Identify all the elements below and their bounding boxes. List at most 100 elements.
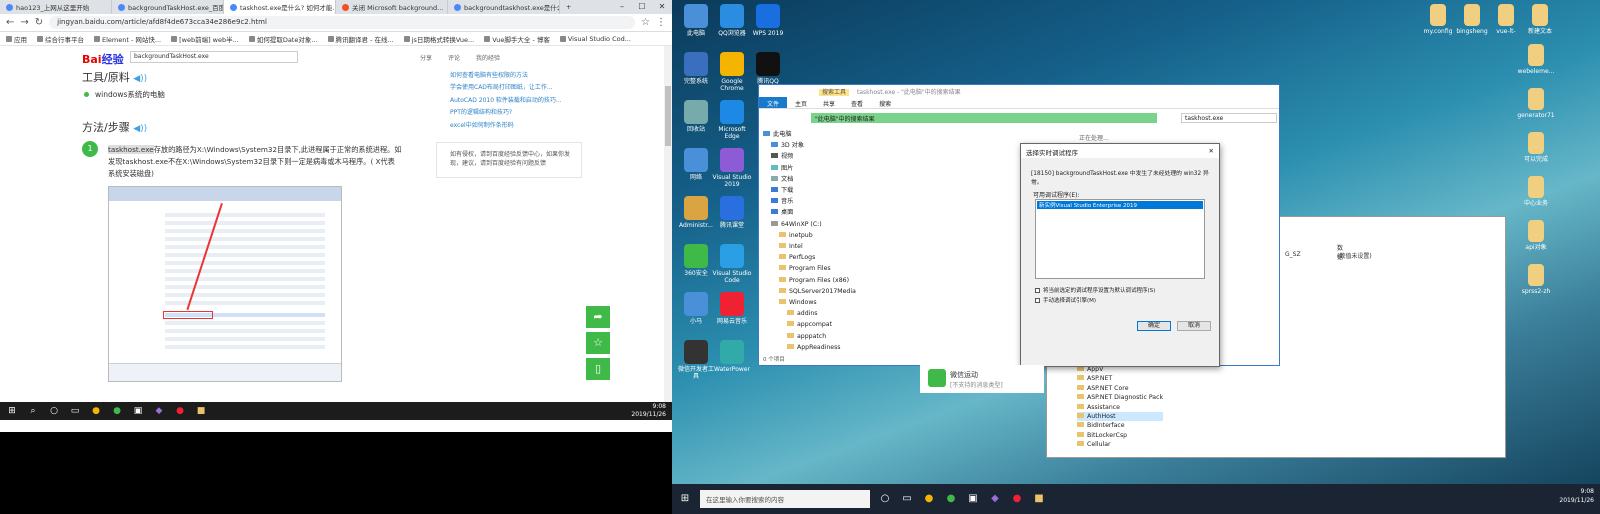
desktop-icon[interactable]: 微信开发者工具 — [676, 340, 716, 380]
desktop-icon[interactable]: 腾讯课堂 — [712, 196, 752, 229]
close-button[interactable]: ✕ — [652, 0, 672, 14]
wechat-notification[interactable]: 微信运动 [不支持的消息类型] — [920, 365, 1044, 393]
tree-item[interactable]: Intel — [763, 241, 879, 252]
forward-icon[interactable]: → — [20, 17, 28, 28]
reg-key[interactable]: AuthHost — [1077, 412, 1164, 422]
desktop-icon[interactable]: 此电脑 — [676, 4, 716, 37]
desktop-icon[interactable]: WPS 2019 — [748, 4, 788, 37]
search-input[interactable]: backgroundTaskHost.exe — [130, 51, 298, 63]
related-link[interactable]: 如何查看电脑有些权限的方法 — [450, 70, 580, 82]
screen-icon[interactable]: ▣ — [132, 405, 144, 417]
tree-item[interactable]: 音乐 — [763, 196, 879, 207]
tree-item[interactable]: PerfLogs — [763, 252, 879, 263]
desktop-icon[interactable]: 回收站 — [676, 100, 716, 133]
share-icon[interactable]: ➦ — [586, 306, 610, 328]
reg-key[interactable]: ASP.NET Core — [1077, 384, 1163, 393]
tree-item[interactable]: 文档 — [763, 174, 879, 185]
reg-key[interactable]: Assistance — [1077, 403, 1163, 412]
bookmark-apps[interactable]: 应用 — [6, 34, 27, 44]
tree-item[interactable]: appcompat — [763, 319, 879, 330]
desktop-icon[interactable]: Visual Studio 2019 — [712, 148, 752, 188]
desktop-icon[interactable]: 新建文本 — [1520, 4, 1560, 35]
related-link[interactable]: excel中如何制作条形码 — [450, 120, 580, 132]
desktop-icon[interactable]: Visual Studio Code — [712, 244, 752, 284]
tree-item[interactable]: addins — [763, 308, 879, 319]
cortana-icon[interactable]: ○ — [878, 492, 892, 506]
reg-key[interactable]: ASP.NET Diagnostic Pack — [1077, 393, 1163, 402]
tab-baidu-search[interactable]: backgroundTaskHost.exe_百度 — [112, 0, 224, 14]
desktop-icon[interactable]: Microsoft Edge — [712, 100, 752, 140]
tab-microsoft[interactable]: 关闭 Microsoft background... — [336, 0, 448, 14]
baidu-logo[interactable]: Bai经验 — [82, 51, 124, 67]
search-icon[interactable]: ⌕ — [27, 405, 39, 417]
desktop-icon[interactable]: 小马 — [676, 292, 716, 325]
wechat-icon[interactable]: ● — [944, 492, 958, 506]
ribbon-tab-share[interactable]: 共享 — [815, 97, 843, 108]
desktop-icon[interactable]: 网络 — [676, 148, 716, 181]
bookmark-item[interactable]: js日期格式转换Vue... — [403, 34, 474, 44]
desktop-icon[interactable]: sprss2-zh — [1516, 264, 1556, 295]
tab-backgroundtaskhost[interactable]: backgroundtaskhost.exe是什么... — [448, 0, 560, 14]
tree-item[interactable]: 3D 对象 — [763, 140, 879, 151]
tree-item[interactable]: 桌面 — [763, 207, 879, 218]
chrome-icon[interactable]: ● — [922, 492, 936, 506]
ribbon-tab-file[interactable]: 文件 — [759, 97, 788, 108]
chrome-icon[interactable]: ● — [90, 405, 102, 417]
favorite-icon[interactable]: ☆ — [586, 332, 610, 354]
star-icon[interactable]: ☆ — [641, 17, 650, 28]
related-link[interactable]: 学会使用CAD布局打印图纸，让工作... — [450, 82, 580, 94]
bookmark-item[interactable]: 综合行事平台 — [37, 34, 84, 44]
reg-key[interactable]: Cellular — [1077, 440, 1163, 449]
bookmark-item[interactable]: [web前端] web半... — [171, 34, 239, 44]
desktop-icon[interactable]: 网易云音乐 — [712, 292, 752, 325]
new-tab-button[interactable]: + — [560, 0, 580, 14]
start-icon[interactable]: ⊞ — [6, 405, 18, 417]
tab-hao123[interactable]: hao123_上网从这里开始 — [0, 0, 112, 14]
maximize-button[interactable]: ☐ — [632, 0, 652, 14]
ribbon-tab-search[interactable]: 搜索 — [871, 97, 899, 108]
folder-icon[interactable]: ■ — [195, 405, 207, 417]
tree-item[interactable]: inetpub — [763, 230, 879, 241]
desktop-icon[interactable]: 完整系统 — [676, 52, 716, 85]
desktop-icon[interactable]: 360安全 — [676, 244, 716, 277]
scrollbar-thumb[interactable] — [665, 86, 671, 146]
tree-item[interactable]: 此电脑 — [763, 129, 879, 140]
vs-icon[interactable]: ◆ — [153, 405, 165, 417]
manual-engine-checkbox[interactable]: 手动选择调试引擎(M) — [1035, 296, 1096, 304]
tree-item[interactable]: 视频 — [763, 151, 879, 162]
reg-key[interactable]: BidInterface — [1077, 421, 1163, 430]
tree-item[interactable]: SQLServer2017Media — [763, 286, 879, 297]
wechat-icon[interactable]: ● — [111, 405, 123, 417]
menu-icon[interactable]: ⋮ — [656, 17, 666, 28]
task-view-icon[interactable]: ▭ — [69, 405, 81, 417]
bookmark-item[interactable]: Element - 网站快... — [94, 34, 161, 44]
cancel-button[interactable]: 取消 — [1177, 321, 1211, 331]
taskbar-search-input[interactable]: 在这里输入你要搜索的内容 — [700, 490, 870, 508]
desktop-icon[interactable]: Google Chrome — [712, 52, 752, 92]
phone-icon[interactable]: ▯ — [586, 358, 610, 380]
bookmark-item[interactable]: 腾讯翻译君 - 在线... — [327, 34, 394, 44]
netease-icon[interactable]: ● — [1010, 492, 1024, 506]
related-link[interactable]: PPT的逻辑结构和技巧? — [450, 107, 580, 119]
desktop-icon[interactable]: webeleme... — [1516, 44, 1556, 75]
screen-icon[interactable]: ▣ — [966, 492, 980, 506]
reg-key[interactable]: ASP.NET — [1077, 374, 1163, 383]
share-link[interactable]: 分享 — [420, 53, 432, 62]
ribbon-tab-home[interactable]: 主页 — [787, 97, 815, 108]
speaker-icon[interactable]: ◀)) — [133, 74, 147, 84]
netease-icon[interactable]: ● — [174, 405, 186, 417]
ok-button[interactable]: 确定 — [1137, 321, 1171, 331]
speaker-icon[interactable]: ◀)) — [133, 124, 147, 134]
tree-item[interactable]: Windows — [763, 297, 879, 308]
comment-link[interactable]: 评论 — [448, 53, 460, 62]
start-icon[interactable]: ⊞ — [678, 492, 692, 506]
debugger-list[interactable]: 新实例Visual Studio Enterprise 2019 — [1035, 199, 1205, 279]
bookmark-item[interactable]: Vue脚手大全 - 博客 — [484, 34, 550, 44]
default-debugger-checkbox[interactable]: 将当前选定的调试程序设置为默认调试程序(S) — [1035, 286, 1155, 294]
bookmark-item[interactable]: 如何提取Date对象... — [248, 34, 318, 44]
desktop-icon[interactable]: 腾讯QQ — [748, 52, 788, 85]
desktop-icon[interactable]: QQ浏览器 — [712, 4, 752, 37]
debugger-option[interactable]: 新实例Visual Studio Enterprise 2019 — [1037, 201, 1203, 209]
tree-item[interactable]: Program Files (x86) — [763, 275, 879, 286]
bookmark-item[interactable]: Visual Studio Cod... — [559, 35, 631, 43]
